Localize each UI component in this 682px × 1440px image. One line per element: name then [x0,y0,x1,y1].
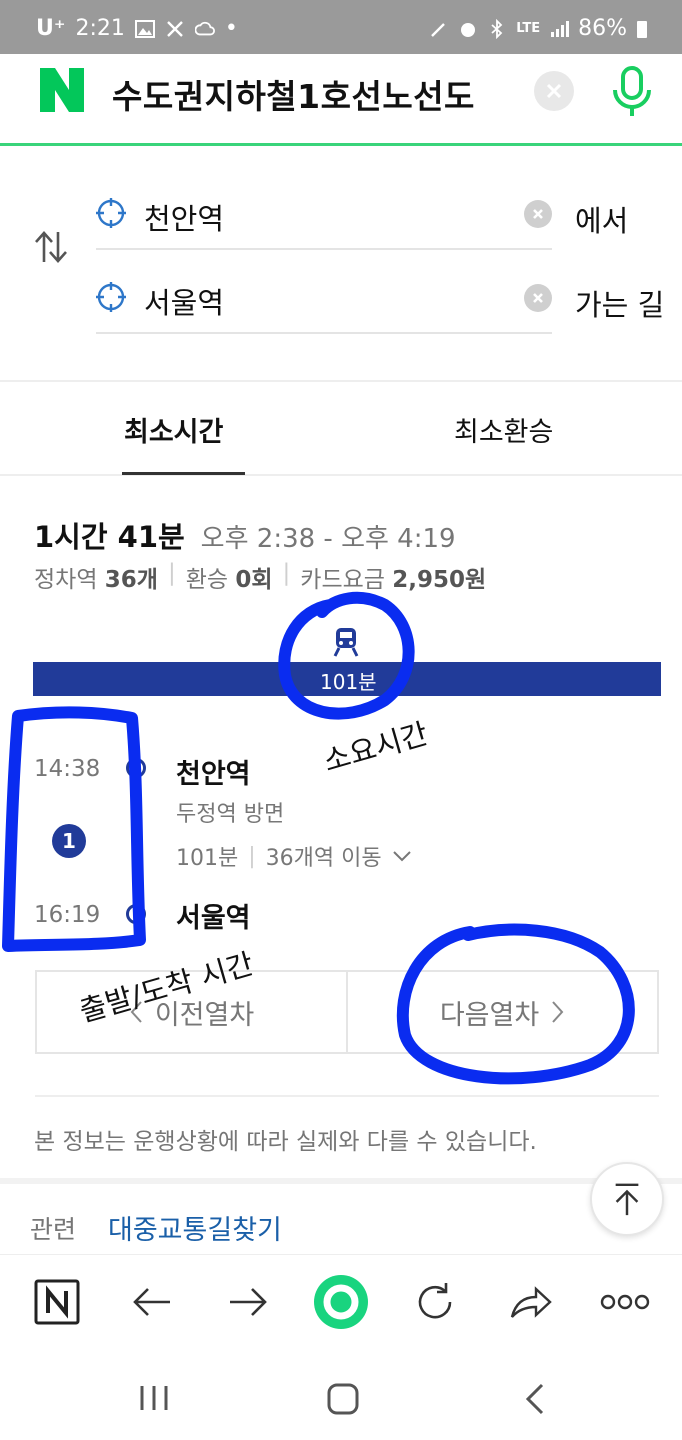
naver-logo[interactable] [38,66,86,114]
stations-toggle[interactable]: 101분 | 36개역 이동 [176,840,412,872]
line-number-badge: 1 [52,824,86,858]
tab-min-time[interactable]: 최소시간 [124,410,223,449]
close-icon [546,83,562,99]
gallery-icon [134,19,155,38]
destination-field[interactable]: 서울역 [96,262,552,334]
related-link-transit[interactable]: 대중교통길찾기 [108,1208,282,1247]
more-icon[interactable] [600,1279,650,1325]
arrival-dot [126,904,146,924]
divider [35,1095,659,1097]
destination-suffix: 가는 길 [575,288,665,322]
recent-apps-icon[interactable] [138,1384,170,1412]
total-time: 1시간 41분 [34,520,185,554]
system-navigation [0,1350,682,1440]
route-summary: 1시간 41분 오후 2:38 - 오후 4:19 [34,514,456,556]
cloud-icon [194,21,215,35]
next-train-label: 다음열차 [439,999,540,1031]
clear-search-button[interactable] [534,71,574,111]
disclaimer-text: 본 정보는 운행상황에 따라 실제와 다를 수 있습니다. [34,1129,537,1155]
carrier-label: U⁺ [36,16,66,41]
tab-min-transfer[interactable]: 최소환승 [454,410,553,449]
chevron-right-icon [552,1001,564,1023]
location-target-icon [96,198,126,228]
transfers-value: 0회 [235,567,273,593]
origin-field[interactable]: 천안역 [96,178,552,250]
tools-icon [167,20,183,37]
bluetooth-icon [491,18,503,39]
refresh-icon[interactable] [412,1279,458,1325]
search-header: 수도권지하철1호선노선도 [0,54,682,146]
chevron-down-icon [392,851,411,862]
direction-text: 두정역 방면 [176,802,285,827]
scroll-top-button[interactable] [590,1162,664,1236]
arrow-up-icon [615,1183,639,1216]
arrival-station[interactable]: 서울역 [176,896,251,935]
stations-moved: 36개역 이동 [265,846,382,871]
notification-dot-icon: • [224,16,238,41]
back-icon[interactable] [522,1382,546,1416]
battery-icon [637,20,647,38]
route-inputs: 천안역 에서 서울역 가는 길 [0,150,682,382]
stops-value: 36개 [104,567,158,593]
section-divider [0,1178,682,1184]
origin-text: 천안역 [144,202,225,236]
status-bar: U⁺ 2:21 • LTE 86% [0,0,682,54]
train-icon [333,628,359,657]
route-info: 정차역 36개 | 환승 0회 | 카드요금 2,950원 [34,560,487,593]
next-train-button[interactable]: 다음열차 [346,972,657,1052]
search-query[interactable]: 수도권지하철1호선노선도 [112,70,475,118]
departure-station[interactable]: 천안역 [176,752,251,791]
origin-suffix: 에서 [575,204,629,238]
duration-annotation-text: 소요시간 [319,716,432,779]
destination-clear-button[interactable] [524,284,552,312]
arrival-time: 16:19 [34,902,101,928]
close-icon [533,209,543,219]
swap-icon[interactable] [32,228,70,266]
signal-icon [551,20,570,37]
browser-toolbar [0,1254,682,1350]
clock: 2:21 [75,16,125,41]
related-label: 관련 [30,1215,77,1244]
fare-label: 카드요금 [300,567,385,593]
mic-icon[interactable] [610,64,654,120]
stops-label: 정차역 [34,567,98,593]
naver-home-icon[interactable] [34,1279,80,1325]
origin-clear-button[interactable] [524,200,552,228]
departure-time: 14:38 [34,756,101,782]
close-icon [533,293,543,303]
green-circle-icon[interactable] [312,1273,370,1331]
back-arrow-icon[interactable] [130,1279,176,1325]
share-icon[interactable] [508,1279,554,1325]
fare-value: 2,950원 [392,567,487,593]
ride-minutes: 101분 [176,846,239,871]
duration-label: 101분 [320,670,377,694]
forward-arrow-icon[interactable] [224,1279,270,1325]
lte-label: LTE [516,20,541,36]
alarm-icon [461,22,476,37]
pen-icon [431,22,446,37]
transfers-label: 환승 [185,567,229,593]
destination-text: 서울역 [144,286,225,320]
departure-dot [126,758,146,778]
home-icon[interactable] [326,1382,360,1416]
battery-percent: 86% [578,16,627,41]
route-tabs: 최소시간 최소환승 [0,384,682,476]
location-target-icon [96,282,126,312]
time-range: 오후 2:38 - 오후 4:19 [200,524,456,554]
tab-selected-indicator [122,472,245,475]
